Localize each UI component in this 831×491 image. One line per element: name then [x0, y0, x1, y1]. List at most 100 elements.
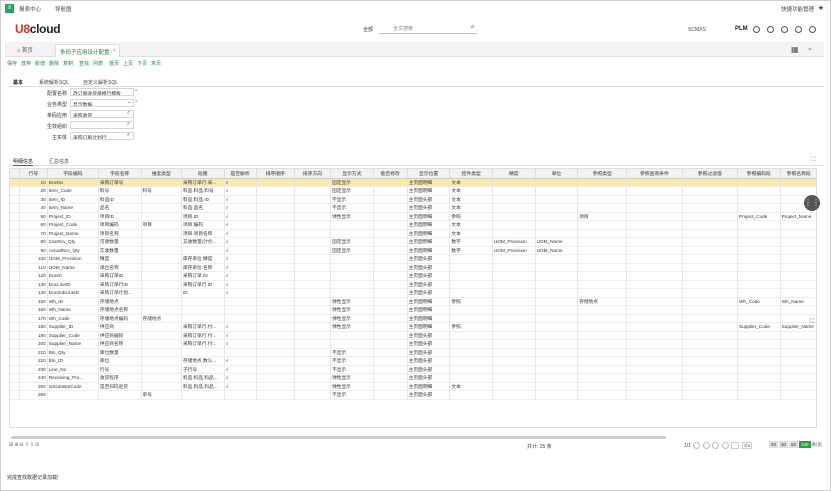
table-cell[interactable]: √ — [224, 246, 257, 255]
table-cell[interactable]: UOM_Precision — [47, 254, 99, 264]
table-cell[interactable]: 采购订单行.ID — [181, 280, 225, 289]
table-cell[interactable] — [449, 280, 493, 289]
table-cell[interactable]: 参照 — [449, 212, 493, 221]
table-row[interactable]: 160 Wh_Name 存储地点名称 弹性显示 主页面明细 — [10, 305, 816, 315]
table-cell[interactable] — [373, 246, 408, 255]
table-cell[interactable]: 260 — [19, 390, 48, 400]
table-cell[interactable] — [141, 246, 182, 255]
tab-nav-map[interactable]: 导航图 — [55, 5, 72, 13]
user-icon[interactable] — [809, 26, 816, 33]
table-cell[interactable] — [256, 263, 295, 272]
table-row[interactable]: 220 Bin_ID 库位 存储地点.数认... √ 不显示 主页面头部 — [10, 356, 816, 366]
table-cell[interactable]: 不显示 — [330, 365, 374, 374]
table-cell[interactable] — [449, 390, 493, 400]
table-cell[interactable] — [330, 288, 374, 298]
table-cell[interactable]: √ — [224, 356, 257, 366]
column-header[interactable]: 排序顺序 — [256, 169, 295, 179]
table-cell[interactable]: 不显示 — [330, 348, 374, 357]
table-cell[interactable] — [10, 263, 21, 272]
table-cell[interactable]: 弹性显示 — [330, 373, 374, 383]
table-cell[interactable] — [626, 331, 683, 340]
table-cell[interactable] — [682, 271, 739, 281]
table-cell[interactable]: √ — [224, 237, 257, 247]
table-cell[interactable] — [181, 348, 225, 357]
table-cell[interactable] — [256, 220, 295, 230]
table-cell[interactable]: 数字 — [449, 237, 493, 247]
table-row[interactable]: 150 Wh_ID 存储地点 弹性显示 主页面明细 参照 存储地点 Wh_Code Wh_Nam… — [10, 297, 816, 306]
table-cell[interactable] — [449, 348, 493, 357]
table-cell[interactable] — [256, 339, 295, 349]
table-cell[interactable] — [626, 365, 683, 374]
table-cell[interactable]: 弹性显示 — [330, 382, 374, 391]
table-cell[interactable] — [10, 365, 21, 374]
table-cell[interactable] — [492, 263, 536, 272]
table-cell[interactable] — [373, 339, 408, 349]
table-row[interactable]: 70 Project_Name 项目名称 项目.项目名称 √ 主页面明细 文本 — [10, 229, 816, 238]
table-cell[interactable] — [577, 220, 628, 230]
table-cell[interactable] — [449, 254, 493, 264]
table-cell[interactable] — [626, 314, 683, 323]
table-cell[interactable] — [294, 297, 332, 306]
table-cell[interactable]: 主页面头部 — [407, 203, 451, 213]
table-cell[interactable] — [141, 271, 182, 281]
go-button[interactable]: Go — [742, 442, 753, 449]
table-cell[interactable] — [737, 288, 781, 298]
table-cell[interactable]: DocSubLineID — [47, 288, 99, 298]
table-cell[interactable] — [780, 237, 816, 247]
table-cell[interactable] — [373, 203, 408, 213]
table-cell[interactable] — [256, 297, 295, 306]
table-cell[interactable] — [141, 348, 182, 357]
table-cell[interactable]: 弹性显示 — [330, 212, 374, 221]
table-cell[interactable]: DocLineID — [47, 280, 99, 289]
box-icon[interactable] — [767, 26, 774, 33]
table-cell[interactable] — [256, 288, 295, 298]
table-cell[interactable]: 主页面明细 — [407, 229, 451, 238]
table-cell[interactable] — [373, 348, 408, 357]
table-cell[interactable] — [682, 365, 739, 374]
table-cell[interactable] — [294, 365, 332, 374]
table-cell[interactable]: 主页面头部 — [407, 195, 451, 204]
plm-button[interactable]: PLM — [735, 26, 748, 32]
table-cell[interactable]: 60 — [19, 220, 48, 230]
table-row[interactable]: 60 Project_Code 项目编码 项目 项目.编码 √ 主页面明细 文本 — [10, 220, 816, 230]
table-cell[interactable]: √ — [224, 288, 257, 298]
tab-summary[interactable]: 汇总信息 — [49, 158, 69, 165]
table-cell[interactable] — [780, 339, 816, 349]
table-cell[interactable]: Project_Name — [780, 212, 816, 221]
table-cell[interactable] — [330, 220, 374, 230]
table-cell[interactable] — [682, 382, 739, 391]
table-cell[interactable]: Item_ID — [47, 195, 99, 204]
table-cell[interactable] — [141, 331, 182, 340]
table-cell[interactable]: √ — [224, 186, 257, 196]
table-cell[interactable] — [737, 365, 781, 374]
table-cell[interactable] — [10, 212, 21, 221]
table-cell[interactable]: Supplier_Code — [47, 331, 99, 340]
table-cell[interactable]: 库位数量 — [98, 348, 142, 357]
table-cell[interactable]: √ — [224, 254, 257, 264]
page-size-20[interactable]: 20 — [769, 441, 779, 448]
table-cell[interactable] — [682, 246, 739, 255]
tab-custom-sql[interactable]: 自定义解析SQL — [83, 79, 118, 86]
table-cell[interactable] — [141, 356, 182, 366]
table-cell[interactable] — [449, 373, 493, 383]
table-cell[interactable]: 料品.品名 — [181, 203, 225, 213]
table-cell[interactable] — [626, 322, 683, 332]
table-cell[interactable] — [535, 314, 579, 323]
table-cell[interactable] — [682, 331, 739, 340]
table-cell[interactable] — [373, 271, 408, 281]
table-cell[interactable] — [682, 356, 739, 366]
table-cell[interactable] — [373, 229, 408, 238]
table-cell[interactable] — [256, 356, 295, 366]
table-cell[interactable] — [626, 390, 683, 400]
table-cell[interactable]: 90 — [19, 246, 48, 255]
column-header[interactable]: 参照查询条件 — [626, 169, 683, 179]
table-cell[interactable]: UOM_Name — [535, 246, 579, 255]
table-cell[interactable] — [181, 314, 225, 323]
search-icon[interactable]: ⌕ — [127, 132, 130, 139]
table-cell[interactable] — [492, 390, 536, 400]
search-icon[interactable]: ⌕ — [127, 110, 130, 117]
table-cell[interactable] — [577, 331, 628, 340]
table-cell[interactable]: 文本 — [449, 220, 493, 230]
table-cell[interactable]: 120 — [19, 271, 48, 281]
tab-detail[interactable]: 明细信息 — [13, 158, 34, 166]
